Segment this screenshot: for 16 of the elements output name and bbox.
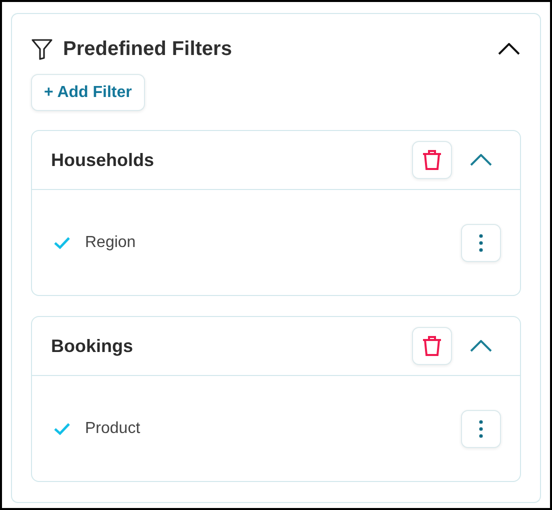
delete-button[interactable] [412, 327, 452, 365]
collapse-button[interactable] [498, 43, 520, 55]
trash-icon [422, 335, 442, 357]
check-icon [54, 423, 70, 435]
filter-label: Region [85, 234, 137, 252]
check-icon [54, 237, 70, 249]
group-title: Households [51, 150, 156, 170]
filter-icon [31, 38, 53, 60]
more-icon [479, 420, 483, 438]
filter-label: Product [85, 420, 142, 438]
delete-button[interactable] [412, 141, 452, 179]
group-title: Bookings [51, 336, 134, 356]
more-icon [479, 234, 483, 252]
panel-title: Predefined Filters [63, 38, 233, 60]
add-filter-button[interactable]: + Add Filter [31, 74, 145, 111]
trash-icon [422, 149, 442, 171]
